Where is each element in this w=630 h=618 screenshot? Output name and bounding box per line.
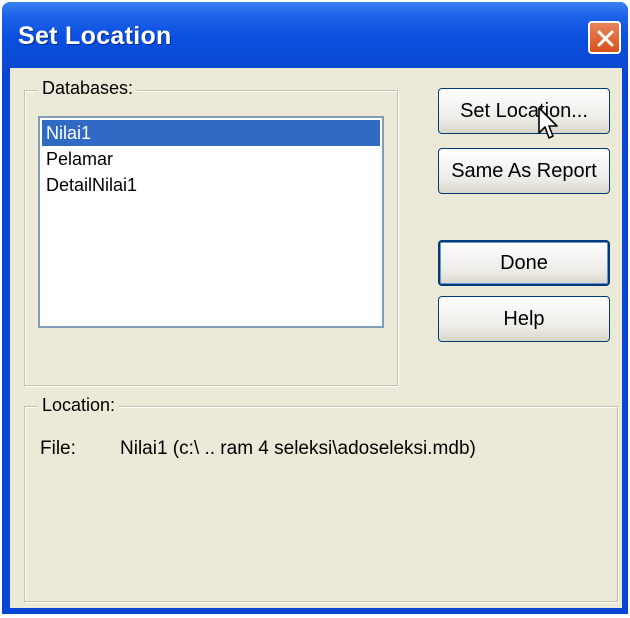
close-button[interactable] [588, 21, 621, 54]
location-group [24, 406, 618, 602]
title-bar[interactable]: Set Location [2, 2, 628, 68]
list-item[interactable]: DetailNilai1 [42, 172, 380, 198]
help-button[interactable]: Help [438, 296, 610, 342]
databases-group-label: Databases: [38, 78, 138, 99]
mouse-cursor-icon [538, 107, 558, 139]
dialog-title: Set Location [18, 22, 172, 50]
done-button[interactable]: Done [438, 240, 610, 286]
list-item[interactable]: Nilai1 [42, 120, 380, 146]
dialog-body: Databases: Nilai1 Pelamar DetailNilai1 S… [10, 68, 622, 608]
list-item[interactable]: Pelamar [42, 146, 380, 172]
same-as-report-button[interactable]: Same As Report [438, 148, 610, 194]
dialog-window: Set Location Databases: Nilai1 Pelamar D… [2, 2, 628, 614]
file-label: File: [40, 438, 76, 459]
location-group-label: Location: [38, 395, 120, 416]
databases-listbox[interactable]: Nilai1 Pelamar DetailNilai1 [38, 116, 384, 328]
file-path-value: Nilai1 (c:\ .. ram 4 seleksi\adoseleksi.… [120, 438, 476, 459]
set-location-button[interactable]: Set Location... [438, 88, 610, 134]
close-icon [597, 30, 614, 47]
